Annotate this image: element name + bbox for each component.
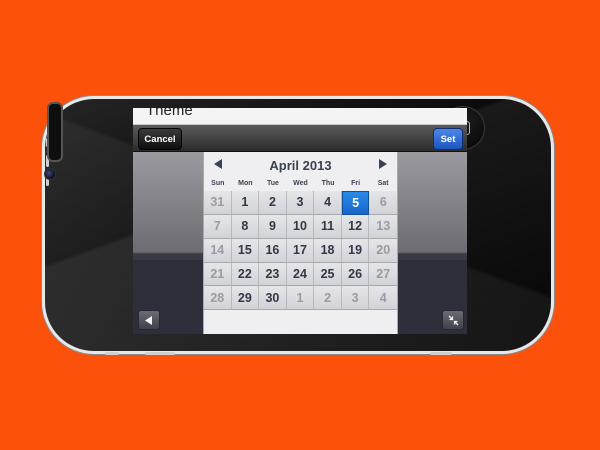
day-cell[interactable]: 22 <box>231 262 260 287</box>
day-cell[interactable]: 15 <box>231 238 260 263</box>
back-button[interactable] <box>138 310 160 330</box>
day-cell[interactable]: 14 <box>204 238 232 263</box>
day-cell[interactable]: 30 <box>259 286 287 311</box>
weekday-label: Fri <box>351 180 361 187</box>
day-cell[interactable]: 2 <box>314 286 342 311</box>
day-cell[interactable]: 4 <box>314 191 342 215</box>
day-cell[interactable]: 3 <box>286 191 315 215</box>
day-cell[interactable]: 2 <box>259 191 287 215</box>
set-button[interactable]: Set <box>433 128 463 150</box>
day-cell[interactable]: 19 <box>341 238 370 263</box>
day-cell[interactable]: 11 <box>314 214 342 239</box>
day-cell[interactable]: 3 <box>341 286 370 311</box>
day-cell[interactable]: 17 <box>286 238 315 263</box>
front-camera <box>44 168 56 180</box>
sim-tray <box>430 352 452 355</box>
day-cell-selected[interactable]: 5 <box>341 191 370 215</box>
power-button <box>105 352 119 355</box>
day-grid: 31 1 2 3 4 5 6 7 8 9 10 11 12 13 14 15 1… <box>204 191 397 334</box>
day-cell[interactable]: 7 <box>204 214 232 239</box>
picker-content: April 2013 Sun Mon Tue Wed Thu Fri Sat 3… <box>133 152 467 334</box>
collapse-arrows-icon <box>448 315 458 325</box>
day-cell[interactable]: 4 <box>369 286 397 311</box>
triangle-left-icon <box>145 315 152 325</box>
weekday-label: Thu <box>321 180 335 187</box>
day-cell[interactable]: 29 <box>231 286 260 311</box>
weekday-label: Mon <box>238 180 253 187</box>
day-cell[interactable]: 18 <box>314 238 342 263</box>
day-cell[interactable]: 31 <box>204 191 232 215</box>
theme-row[interactable]: Theme <box>133 108 467 125</box>
earpiece-speaker <box>47 102 63 162</box>
day-cell[interactable]: 25 <box>314 262 342 287</box>
day-cell[interactable]: 24 <box>286 262 315 287</box>
day-cell[interactable]: 13 <box>369 214 397 239</box>
month-title: April 2013 <box>269 158 332 173</box>
dock-connector <box>145 352 175 355</box>
day-cell[interactable]: 26 <box>341 262 370 287</box>
weekday-label: Wed <box>293 180 308 187</box>
cancel-button[interactable]: Cancel <box>138 128 182 150</box>
day-cell[interactable]: 23 <box>259 262 287 287</box>
day-cell[interactable]: 20 <box>369 238 397 263</box>
collapse-button[interactable] <box>442 310 464 330</box>
day-cell[interactable]: 9 <box>259 214 287 239</box>
chevron-right-icon[interactable] <box>379 159 387 169</box>
day-cell[interactable]: 21 <box>204 262 232 287</box>
day-cell[interactable]: 1 <box>231 191 260 215</box>
weekday-label: Tue <box>266 180 279 187</box>
phone-screen: Theme Cancel Set April 2013 Sun Mon Tue … <box>133 108 467 334</box>
day-cell[interactable]: 27 <box>369 262 397 287</box>
weekday-label: Sun <box>211 180 225 187</box>
weekday-header: Sun Mon Tue Wed Thu Fri Sat <box>204 180 397 190</box>
calendar: April 2013 Sun Mon Tue Wed Thu Fri Sat 3… <box>203 152 398 334</box>
day-cell[interactable]: 28 <box>204 286 232 311</box>
day-cell[interactable]: 8 <box>231 214 260 239</box>
picker-toolbar: Cancel Set <box>133 125 467 152</box>
day-cell[interactable]: 12 <box>341 214 370 239</box>
day-cell[interactable]: 6 <box>369 191 397 215</box>
theme-label: Theme <box>146 108 193 119</box>
day-cell[interactable]: 10 <box>286 214 315 239</box>
day-cell[interactable]: 16 <box>259 238 287 263</box>
calendar-header: April 2013 <box>204 152 397 180</box>
weekday-label: Sat <box>377 180 389 187</box>
day-cell[interactable]: 1 <box>286 286 315 311</box>
